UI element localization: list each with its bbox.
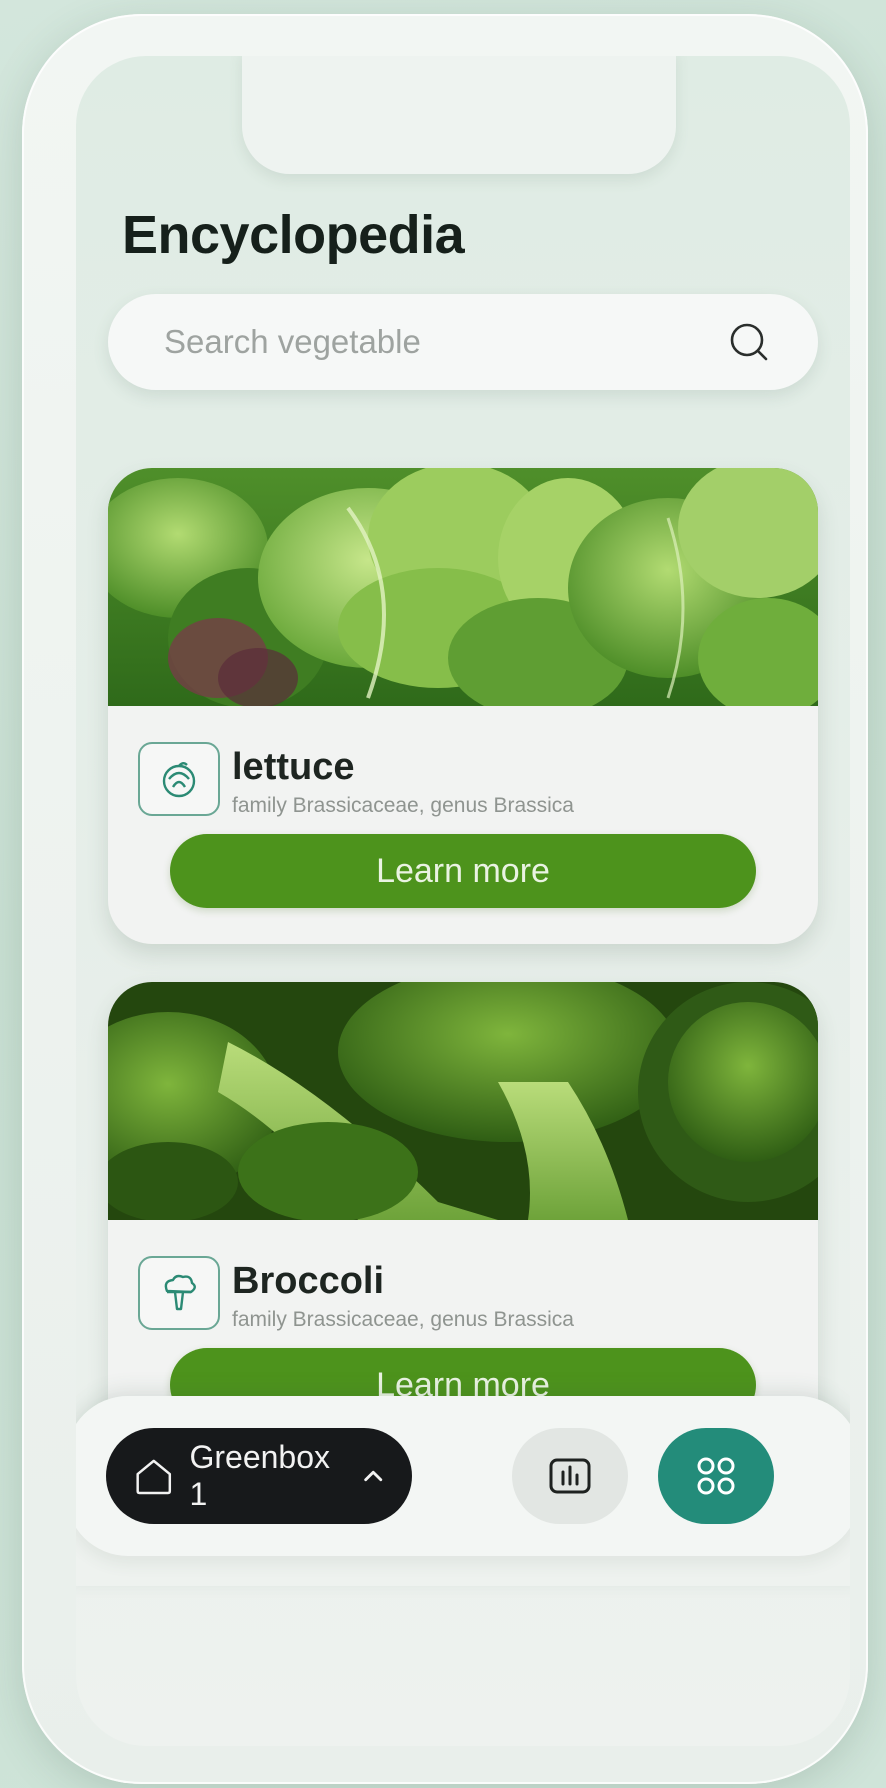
home-icon bbox=[136, 1459, 172, 1495]
greenbox-selector[interactable]: Greenbox 1 bbox=[106, 1428, 412, 1524]
search-icon[interactable] bbox=[726, 318, 774, 366]
broccoli-icon bbox=[138, 1256, 220, 1330]
lettuce-icon bbox=[138, 742, 220, 816]
broccoli-photo bbox=[108, 982, 818, 1220]
lettuce-photo bbox=[108, 468, 818, 706]
chevron-up-icon bbox=[363, 1470, 382, 1482]
grid-icon bbox=[697, 1457, 735, 1495]
bar-chart-icon bbox=[549, 1458, 591, 1494]
card-body: lettuce family Brassicaceae, genus Brass… bbox=[108, 706, 818, 944]
bottom-nav-panel: Greenbox 1 bbox=[76, 1396, 850, 1556]
page-title: Encyclopedia bbox=[122, 205, 465, 265]
encyclopedia-tab-button[interactable] bbox=[658, 1428, 774, 1524]
stats-button[interactable] bbox=[512, 1428, 628, 1524]
device-notch bbox=[242, 56, 676, 174]
vegetable-name: Broccoli bbox=[232, 1260, 385, 1302]
vegetable-card-lettuce: lettuce family Brassicaceae, genus Brass… bbox=[108, 468, 818, 944]
vegetable-family: family Brassicaceae, genus Brassica bbox=[232, 794, 574, 817]
greenbox-label: Greenbox 1 bbox=[189, 1439, 331, 1512]
learn-more-button[interactable]: Learn more bbox=[170, 834, 756, 908]
vegetable-family: family Brassicaceae, genus Brassica bbox=[232, 1308, 574, 1331]
search-bar[interactable] bbox=[108, 294, 818, 390]
bottom-navigation: Greenbox 1 bbox=[76, 1396, 850, 1586]
vegetable-name: lettuce bbox=[232, 746, 355, 788]
app-screen: Encyclopedia Search vegetable lettuce fa… bbox=[76, 56, 850, 1746]
search-input[interactable] bbox=[164, 323, 726, 361]
